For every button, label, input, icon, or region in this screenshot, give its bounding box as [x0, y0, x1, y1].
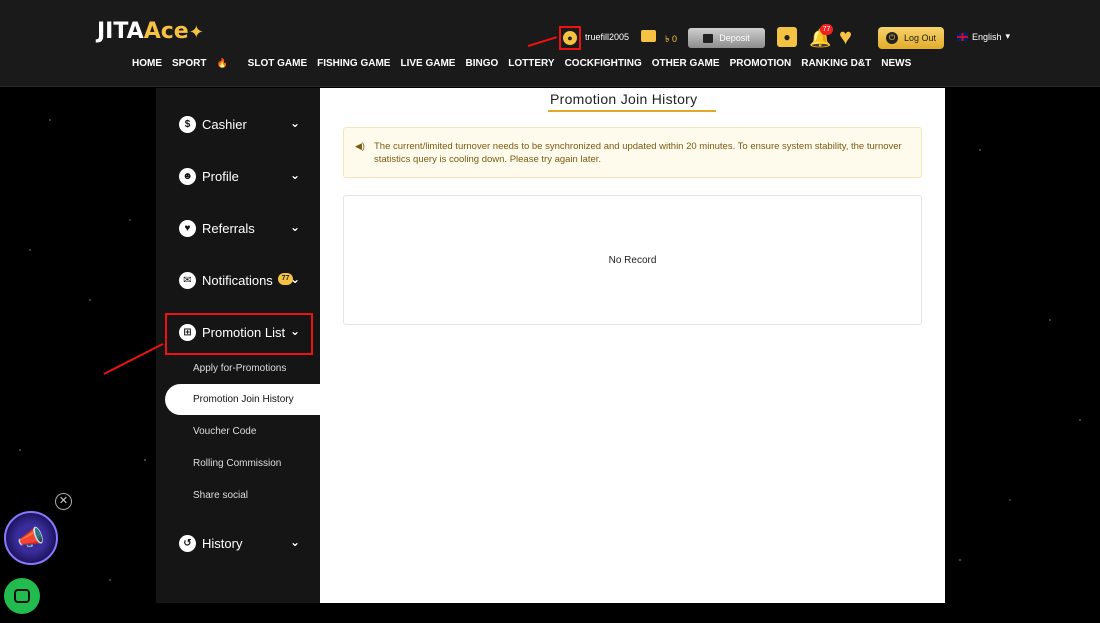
nav-item-promotion[interactable]: PROMOTION [730, 58, 792, 69]
notification-count-badge: 77 [820, 24, 833, 35]
megaphone-promo-icon[interactable]: 📣 [4, 511, 58, 565]
sidebar-subitem-promotion-join-history[interactable]: Promotion Join History [165, 384, 320, 415]
nav-item-slot-game[interactable]: SLOT GAME [248, 58, 307, 69]
records-panel: No Record [343, 195, 922, 325]
chevron-down-icon: ⌄ [289, 116, 301, 130]
language-selector[interactable]: English ▾ [957, 31, 1010, 42]
nav-item-sport[interactable]: SPORT 🔥 [172, 58, 238, 69]
nav-item-cockfighting[interactable]: COCKFIGHTING [565, 58, 642, 69]
sidebar-subitem-share-social[interactable]: Share social [193, 490, 248, 501]
account-sidebar: $ Cashier ⌄ ☻ Profile ⌄ ♥ Referrals ⌄ ✉ … [156, 88, 320, 603]
nav-item-ranking[interactable]: RANKING D&T [801, 58, 871, 69]
mail-icon: ✉ [179, 271, 196, 289]
sidebar-item-history[interactable]: ↺ History ⌄ [156, 528, 320, 558]
user-account-button[interactable]: ● [559, 26, 581, 50]
empty-state-text: No Record [608, 255, 657, 266]
user-icon: ● [563, 31, 577, 45]
speaker-icon: ◀) [355, 141, 365, 151]
history-icon: ↺ [179, 534, 196, 552]
nav-item-news[interactable]: NEWS [881, 58, 911, 69]
sidebar-item-profile[interactable]: ☻ Profile ⌄ [156, 161, 320, 191]
nav-item-live-game[interactable]: LIVE GAME [400, 58, 455, 69]
favorites-heart-icon[interactable]: ♥ [839, 24, 852, 50]
person-icon: ● [783, 30, 791, 44]
site-logo[interactable]: JITAAce✦ [97, 19, 204, 44]
sidebar-item-referrals[interactable]: ♥ Referrals ⌄ [156, 213, 320, 243]
nav-item-fishing-game[interactable]: FISHING GAME [317, 58, 390, 69]
heart-icon: ♥ [179, 219, 196, 237]
close-icon[interactable]: ✕ [55, 493, 72, 510]
page-title: Promotion Join History [550, 91, 698, 107]
sidebar-subitem-voucher-code[interactable]: Voucher Code [193, 426, 256, 437]
username-label: truefill2005 [585, 32, 630, 42]
gift-icon: ⊞ [179, 323, 196, 341]
chevron-down-icon: ⌄ [289, 220, 301, 234]
nav-item-other-game[interactable]: OTHER GAME [652, 58, 720, 69]
sidebar-subitem-rolling-commission[interactable]: Rolling Commission [193, 458, 281, 469]
flame-icon: 🔥 [216, 58, 228, 68]
wallet-icon[interactable] [641, 30, 656, 42]
sidebar-item-cashier[interactable]: $ Cashier ⌄ [156, 109, 320, 139]
chat-bubble-icon [14, 589, 30, 603]
sidebar-item-promotion-list[interactable]: ⊞ Promotion List ⌄ [156, 317, 320, 347]
deposit-button[interactable]: Deposit [688, 28, 765, 48]
nav-item-bingo[interactable]: BINGO [465, 58, 498, 69]
turnover-notice: ◀) The current/limited turnover needs to… [343, 127, 922, 178]
uk-flag-icon [957, 32, 968, 41]
nav-item-lottery[interactable]: LOTTERY [508, 58, 554, 69]
chevron-down-icon: ⌄ [289, 535, 301, 549]
notice-text: The current/limited turnover needs to be… [374, 141, 902, 165]
power-icon: ⏻ [885, 32, 898, 44]
chevron-down-icon: ⌄ [289, 168, 301, 182]
nav-item-home[interactable]: HOME [132, 58, 162, 69]
live-chat-button[interactable] [4, 578, 40, 614]
logout-button[interactable]: ⏻ Log Out [878, 27, 944, 49]
balance-value: ৳ 0 [665, 34, 677, 44]
main-content: Promotion Join History ◀) The current/li… [320, 88, 945, 603]
top-header: JITAAce✦ ● truefill2005 ৳ 0 Deposit ● 🔔 … [0, 0, 1100, 87]
profile-button[interactable]: ● [777, 27, 797, 47]
chevron-down-icon: ⌄ [289, 272, 301, 286]
chevron-down-icon: ▾ [1005, 31, 1011, 41]
wallet-icon [703, 33, 714, 43]
profile-icon: ☻ [179, 167, 196, 185]
main-nav: HOME SPORT 🔥 SLOT GAME FISHING GAME LIVE … [132, 58, 921, 69]
chevron-down-icon: ⌄ [289, 324, 301, 338]
title-underline [548, 110, 716, 112]
sidebar-subitem-apply-promotions[interactable]: Apply for-Promotions [193, 363, 286, 374]
cashier-icon: $ [179, 115, 196, 133]
sidebar-item-notifications[interactable]: ✉ Notifications 77 ⌄ [156, 265, 320, 295]
